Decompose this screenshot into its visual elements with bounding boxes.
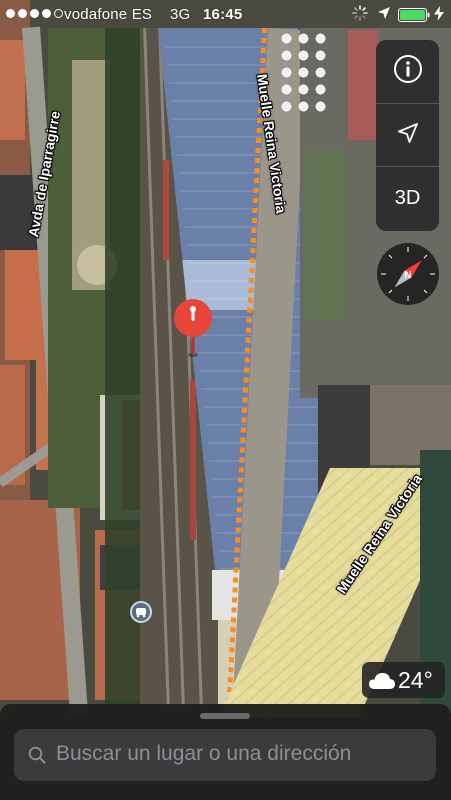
weather-temperature: 24° bbox=[398, 667, 433, 693]
3d-button[interactable]: 3D bbox=[376, 166, 439, 230]
status-bar: vodafone ES 3G 16:45 bbox=[0, 0, 451, 28]
signal-dot bbox=[54, 9, 63, 18]
battery-icon bbox=[398, 8, 430, 26]
map-pin-icon[interactable] bbox=[171, 298, 215, 358]
search-input[interactable]: Buscar un lugar o una dirección bbox=[14, 729, 436, 781]
status-time: 16:45 bbox=[203, 6, 243, 23]
svg-text:N: N bbox=[404, 270, 411, 281]
search-sheet[interactable]: Buscar un lugar o una dirección bbox=[0, 704, 451, 800]
signal-dot bbox=[18, 9, 27, 18]
map-controls-panel: 3D bbox=[376, 40, 439, 231]
map-train bbox=[190, 380, 196, 540]
search-placeholder: Buscar un lugar o una dirección bbox=[56, 742, 352, 765]
signal-strength-icon bbox=[6, 9, 63, 18]
signal-dot bbox=[42, 9, 51, 18]
map-container-yard bbox=[305, 150, 345, 320]
network-type: 3G bbox=[170, 6, 191, 23]
cloud-icon bbox=[368, 670, 396, 695]
weather-badge[interactable]: 24° bbox=[362, 662, 445, 698]
info-button[interactable] bbox=[376, 40, 439, 103]
map-train bbox=[163, 160, 169, 260]
transit-icon[interactable] bbox=[130, 601, 152, 623]
activity-spinner-icon bbox=[352, 5, 368, 25]
search-icon bbox=[28, 746, 46, 769]
map-tanks bbox=[278, 30, 330, 115]
info-icon bbox=[393, 54, 423, 89]
map-building bbox=[0, 40, 25, 140]
compass-button[interactable]: N bbox=[377, 243, 439, 305]
signal-dot bbox=[30, 9, 39, 18]
location-button[interactable] bbox=[376, 103, 439, 167]
location-arrow-icon bbox=[396, 121, 420, 150]
sheet-grabber-handle[interactable] bbox=[200, 713, 250, 719]
location-services-icon bbox=[377, 6, 391, 24]
map-building bbox=[348, 30, 378, 140]
charging-bolt-icon bbox=[434, 6, 444, 25]
carrier-name: vodafone ES bbox=[64, 6, 153, 23]
signal-dot bbox=[6, 9, 15, 18]
compass-icon: N bbox=[381, 247, 435, 301]
